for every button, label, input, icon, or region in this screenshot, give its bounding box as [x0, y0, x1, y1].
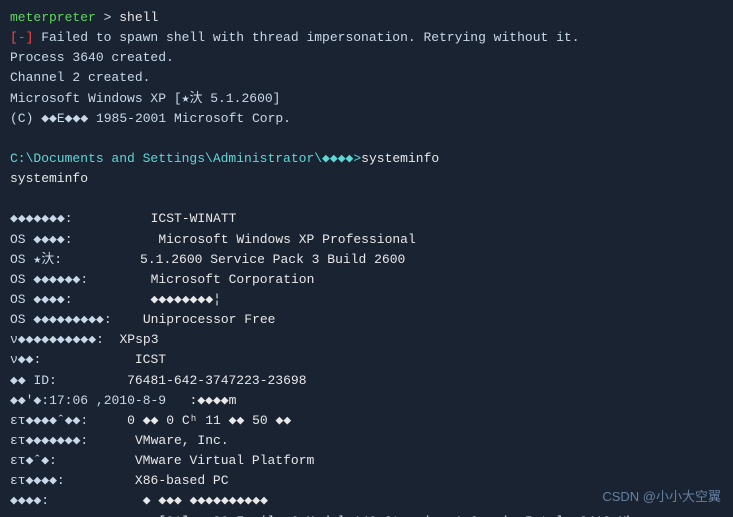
info-os-name: OS ◆◆◆◆: Microsoft Windows XP Profession…: [10, 230, 723, 250]
label: ◆◆'◆𥱩:17:06 ,2010-8-9: [10, 393, 190, 408]
value: [01]: x86 Family 6 Model 140 Stepping 1 …: [158, 514, 642, 517]
label: OS ◆◆◆◆◆◆:: [10, 272, 151, 287]
info-hostname: ◆◆◆◆◆◆◆: ICST-WINATT: [10, 209, 723, 229]
terminal-window: meterpreter > shell [-] Failed to spawn …: [0, 0, 733, 517]
info-prod-id: ◆◆𥱣 ID: 76481-642-3747223-23698: [10, 371, 723, 391]
label: ◆◆◆◆:: [10, 493, 143, 508]
label: ετ◆◆◆◆:: [10, 473, 135, 488]
prompt-line: meterpreter > shell: [10, 8, 723, 28]
label: ◆◆𥱣 ID:: [10, 373, 127, 388]
label: ◆◆◆◆◆◆◆:: [10, 211, 151, 226]
value: X86-based PC: [135, 473, 229, 488]
value: 0 ◆◆ 0 Cʰ 11 ◆◆ 50 ◆◆: [127, 413, 291, 428]
label: ετ◆ˆ◆:: [10, 453, 135, 468]
info-install-date: ◆◆'◆𥱩:17:06 ,2010-8-9 :◆◆◆◆m: [10, 391, 723, 411]
value: :◆◆◆◆m: [190, 393, 237, 408]
label: OS ◆◆◆◆:: [10, 292, 151, 307]
info-os-config: OS ◆◆◆◆: ◆◆◆◆◆◆◆◆¦: [10, 290, 723, 310]
error-line: [-] Failed to spawn shell with thread im…: [10, 28, 723, 48]
label: ετ◆◆◆◆ˆ◆◆:: [10, 413, 127, 428]
sysinfo-echo: systeminfo: [10, 169, 723, 189]
path-text: C:\Documents and Settings\Administrator\…: [10, 151, 361, 166]
label: OS ★汏:: [10, 252, 140, 267]
terminal-content: meterpreter > shell [-] Failed to spawn …: [10, 8, 723, 517]
watermark: CSDN @小小大空翼: [602, 486, 721, 505]
label: ετ◆◆◆◆◆◆◆:: [10, 433, 135, 448]
label: ν◆◆:: [10, 352, 135, 367]
info-os-ver: OS ★汏: 5.1.2600 Service Pack 3 Build 260…: [10, 250, 723, 270]
blank1: [10, 129, 723, 149]
info-boot-time: ετ◆◆◆◆ˆ◆◆: 0 ◆◆ 0 Cʰ 11 ◆◆ 50 ◆◆: [10, 411, 723, 431]
value: Microsoft Windows XP Professional: [151, 232, 416, 247]
label: ν◆◆◆◆◆◆◆◆◆◆:: [10, 332, 119, 347]
command-text: shell: [119, 10, 158, 25]
sysinfo-cmd: systeminfo: [361, 151, 439, 166]
value: 5.1.2600 Service Pack 3 Build 2600: [140, 252, 405, 267]
indent: [10, 514, 158, 517]
path-line: C:\Documents and Settings\Administrator\…: [10, 149, 723, 169]
label: OS ◆◆◆◆:: [10, 232, 151, 247]
error-text: Failed to spawn shell with thread impers…: [33, 30, 579, 45]
error-bracket: [-]: [10, 30, 33, 45]
value: ICST-WINATT: [151, 211, 237, 226]
winxp-line: Microsoft Windows XP [★汏 5.1.2600]: [10, 89, 723, 109]
info-os-mfr: OS ◆◆◆◆◆◆: Microsoft Corporation: [10, 270, 723, 290]
process-line: Process 3640 created.: [10, 48, 723, 68]
value: ◆◆◆◆◆◆◆◆¦: [151, 292, 221, 307]
info-os-type: OS ◆◆◆◆◆◆◆◆◆: Uniprocessor Free: [10, 310, 723, 330]
value: ICST: [135, 352, 166, 367]
value: XPsp3: [119, 332, 158, 347]
copyright-line: (C) ◆◆E◆◆◆ 1985-2001 Microsoft Corp.: [10, 109, 723, 129]
value: VMware, Inc.: [135, 433, 229, 448]
value: VMware Virtual Platform: [135, 453, 314, 468]
info-mfr: ετ◆◆◆◆◆◆◆: VMware, Inc.: [10, 431, 723, 451]
info-reg-owner: ν◆◆◆◆◆◆◆◆◆◆: XPsp3: [10, 330, 723, 350]
prompt-text: meterpreter: [10, 10, 96, 25]
blank2: [10, 189, 723, 209]
channel-line: Channel 2 created.: [10, 68, 723, 88]
info-processor-val: [01]: x86 Family 6 Model 140 Stepping 1 …: [10, 512, 723, 517]
value: ◆𥱡 ◆◆◆ ◆◆◆◆◆◆◆◆◆◆: [143, 493, 268, 508]
value: Uniprocessor Free: [143, 312, 276, 327]
info-model: ετ◆ˆ◆: VMware Virtual Platform: [10, 451, 723, 471]
label: OS ◆◆◆◆◆◆◆◆◆:: [10, 312, 143, 327]
info-reg-org: ν◆◆: ICST: [10, 350, 723, 370]
value: 76481-642-3747223-23698: [127, 373, 306, 388]
value: Microsoft Corporation: [151, 272, 315, 287]
